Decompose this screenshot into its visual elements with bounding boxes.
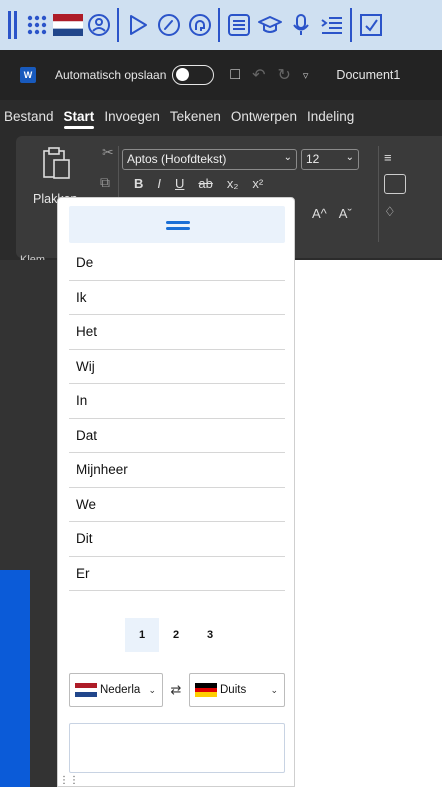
toolbar-separator <box>350 8 352 42</box>
font-size-value: 12 <box>306 152 320 166</box>
chevron-down-icon: ⌄ <box>270 684 278 695</box>
tab-ontwerpen[interactable]: Ontwerpen <box>227 100 303 132</box>
italic-button[interactable]: I <box>157 176 161 191</box>
target-language-select[interactable]: Duits ⌄ <box>189 673 285 707</box>
drag-bar-icon <box>166 221 190 224</box>
prediction-item[interactable]: Wij <box>69 350 285 384</box>
target-language-value: Duits <box>220 684 247 696</box>
strikethrough-button[interactable]: ab <box>198 176 212 191</box>
microphone-icon[interactable] <box>285 7 316 43</box>
prediction-list: De Ik Het Wij In Dat Mijnheer We Dit Er <box>69 246 285 591</box>
resize-grip-icon[interactable]: ⋮⋮ <box>59 775 79 786</box>
cut-icon[interactable]: ✂ <box>102 144 114 161</box>
word-prediction-panel: De Ik Het Wij In Dat Mijnheer We Dit Er … <box>57 197 295 787</box>
font-size-select[interactable]: 12 ⌄ <box>301 149 359 170</box>
speed-gauge-icon[interactable] <box>153 7 184 43</box>
accessibility-toolbar <box>0 0 442 50</box>
drag-bar-icon <box>166 227 190 230</box>
superscript-button[interactable]: x² <box>252 176 263 191</box>
redo-icon[interactable]: ↻ <box>277 65 290 85</box>
autosave-toggle[interactable] <box>172 65 215 85</box>
indent-list-icon[interactable] <box>316 7 347 43</box>
play-icon[interactable] <box>122 7 153 43</box>
speech-head-icon[interactable] <box>184 7 215 43</box>
chevron-down-icon: ⌄ <box>283 152 292 163</box>
ribbon-tabs: Bestand Start Invoegen Tekenen Ontwerpen… <box>0 100 442 132</box>
netherlands-flag-icon <box>75 683 97 698</box>
prediction-item[interactable]: In <box>69 384 285 419</box>
tab-start[interactable]: Start <box>60 100 101 132</box>
tab-indeling[interactable]: Indeling <box>303 100 360 132</box>
subscript-button[interactable]: x₂ <box>227 176 239 191</box>
bold-button[interactable]: B <box>134 176 143 191</box>
toolbar-separator <box>117 8 119 42</box>
ribbon-separator <box>378 146 379 242</box>
page-button-1[interactable]: 1 <box>125 618 159 652</box>
chevron-down-icon: ⌄ <box>148 684 156 695</box>
prediction-item[interactable]: Het <box>69 315 285 350</box>
keypad-icon[interactable] <box>21 7 52 43</box>
tab-tekenen[interactable]: Tekenen <box>166 100 227 132</box>
source-language-select[interactable]: Nederla ⌄ <box>69 673 163 707</box>
page-button-2[interactable]: 2 <box>159 618 193 652</box>
prediction-item[interactable]: Dit <box>69 522 285 557</box>
tab-bestand[interactable]: Bestand <box>0 100 60 132</box>
chevron-down-icon: ⌄ <box>345 152 354 163</box>
translation-text-box[interactable] <box>69 723 285 773</box>
list-icon[interactable] <box>223 7 254 43</box>
copy-icon[interactable]: ⧉ <box>100 174 110 191</box>
word-title-bar: W Automatisch opslaan □ ↶ ↻ ▿ Document1 <box>0 50 442 100</box>
pagination: 1 2 3 <box>125 618 227 652</box>
prediction-item[interactable]: Ik <box>69 281 285 315</box>
autosave-label: Automatisch opslaan <box>55 68 167 82</box>
document-title: Document1 <box>336 68 401 82</box>
drag-handle-icon[interactable] <box>8 11 17 39</box>
word-logo-icon: W <box>20 67 36 83</box>
paste-icon[interactable] <box>42 146 72 180</box>
format-buttons: B I U ab x₂ x² <box>134 176 263 191</box>
language-selector-row: Nederla ⌄ ⇄ Duits ⌄ <box>69 673 285 707</box>
undo-icon[interactable]: ↶ <box>252 65 265 85</box>
prediction-item[interactable]: De <box>69 246 285 281</box>
prediction-item[interactable]: Mijnheer <box>69 453 285 488</box>
speech-face-icon[interactable] <box>83 7 114 43</box>
tab-invoegen[interactable]: Invoegen <box>100 100 166 132</box>
prediction-item[interactable]: We <box>69 488 285 522</box>
netherlands-flag-icon[interactable] <box>52 7 83 43</box>
germany-flag-icon <box>195 683 217 698</box>
grow-font-button[interactable]: A^ <box>312 206 327 221</box>
source-language-value: Nederla <box>100 684 141 696</box>
prediction-item[interactable]: Dat <box>69 419 285 453</box>
underline-button[interactable]: U <box>175 176 184 191</box>
align-left-icon[interactable] <box>384 174 406 194</box>
toolbar-separator <box>218 8 220 42</box>
quick-access-chevron-icon[interactable]: ▿ <box>303 69 309 82</box>
prediction-item[interactable]: Er <box>69 557 285 591</box>
font-name-select[interactable]: Aptos (Hoofdtekst) ⌄ <box>122 149 297 170</box>
desktop-wallpaper <box>0 570 30 787</box>
font-size-buttons: A^ Aˇ <box>312 206 352 221</box>
screen-capture-icon[interactable] <box>355 7 386 43</box>
save-icon[interactable]: □ <box>230 66 240 84</box>
swap-languages-icon[interactable]: ⇄ <box>163 682 189 698</box>
panel-drag-handle[interactable] <box>69 206 285 243</box>
bullet-list-icon[interactable]: ≡ <box>384 150 392 165</box>
page-button-3[interactable]: 3 <box>193 618 227 652</box>
graduation-cap-icon[interactable] <box>254 7 285 43</box>
font-name-value: Aptos (Hoofdtekst) <box>127 152 227 166</box>
shrink-font-button[interactable]: Aˇ <box>339 206 352 221</box>
shading-icon[interactable]: ♢ <box>384 204 396 220</box>
